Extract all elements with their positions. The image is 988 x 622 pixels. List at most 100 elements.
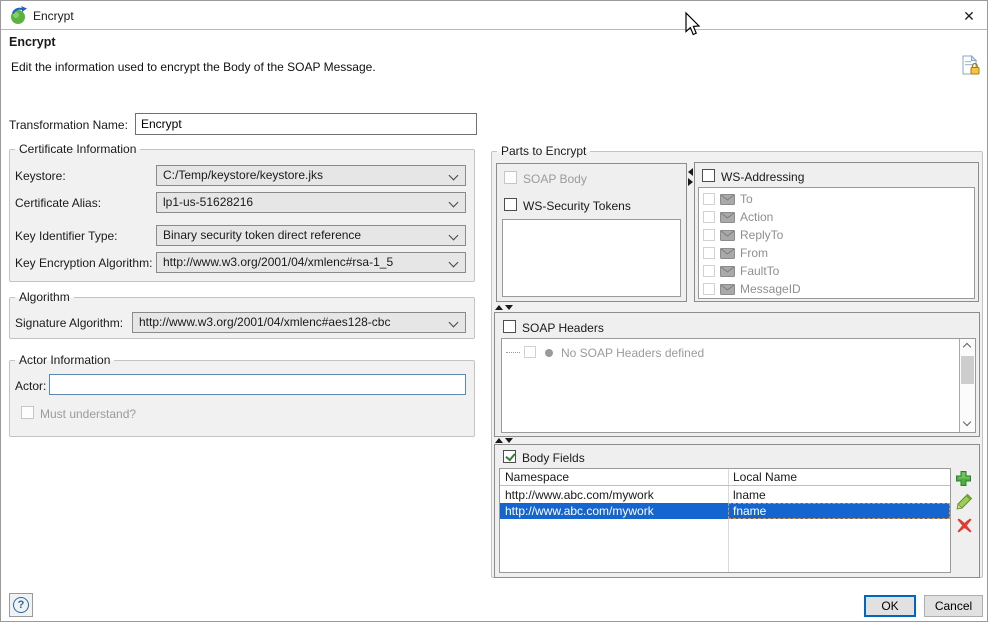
action-label: Action <box>740 210 773 224</box>
must-understand-checkbox[interactable] <box>21 406 34 419</box>
replyto-label: ReplyTo <box>740 228 783 242</box>
key-identifier-type-value: Binary security token direct reference <box>163 228 361 242</box>
local-name-cell: fname <box>728 503 950 519</box>
soap-headers-label: SOAP Headers <box>522 321 604 335</box>
close-icon[interactable]: ✕ <box>957 5 981 27</box>
parts-to-encrypt-title: Parts to Encrypt <box>497 144 590 158</box>
splitter-collapse-down-icon[interactable] <box>505 438 513 443</box>
scrollbar-thumb[interactable] <box>961 356 974 384</box>
ok-button[interactable]: OK <box>864 595 916 617</box>
local-name-column-header[interactable]: Local Name <box>728 469 950 485</box>
key-encryption-algorithm-label: Key Encryption Algorithm: <box>15 256 152 270</box>
soap-headers-checkbox[interactable] <box>503 320 516 333</box>
cancel-button[interactable]: Cancel <box>924 595 983 617</box>
splitter-collapse-up-icon[interactable] <box>495 305 503 310</box>
scroll-up-icon[interactable] <box>960 339 975 354</box>
help-icon: ? <box>13 597 29 613</box>
envelope-icon <box>720 248 735 259</box>
messageid-label: MessageID <box>740 282 801 296</box>
faultto-label: FaultTo <box>740 264 779 278</box>
envelope-icon <box>720 230 735 241</box>
actor-label: Actor: <box>15 379 46 393</box>
from-label: From <box>740 246 768 260</box>
help-button[interactable]: ? <box>9 593 33 617</box>
soap-body-label: SOAP Body <box>523 172 587 186</box>
namespace-column-header[interactable]: Namespace <box>500 469 728 485</box>
key-encryption-algorithm-value: http://www.w3.org/2001/04/xmlenc#rsa-1_5 <box>163 255 393 269</box>
ws-addressing-item-from[interactable]: From <box>703 244 768 262</box>
app-icon <box>9 6 28 28</box>
delete-row-icon[interactable] <box>957 518 972 536</box>
transformation-name-label: Transformation Name: <box>9 118 128 132</box>
ws-security-tokens-checkbox[interactable] <box>504 198 517 211</box>
body-fields-table: Namespace Local Name http://www.abc.com/… <box>499 468 951 573</box>
mouse-cursor <box>682 11 702 42</box>
table-header-row: Namespace Local Name <box>500 469 950 486</box>
add-row-icon[interactable] <box>955 470 972 490</box>
body-fields-checkbox[interactable] <box>503 450 516 463</box>
envelope-icon <box>720 284 735 295</box>
envelope-icon <box>720 194 735 205</box>
splitter-collapse-right-icon[interactable] <box>688 178 693 186</box>
to-label: To <box>740 192 753 206</box>
certificate-alias-label: Certificate Alias: <box>15 196 101 210</box>
actor-information-title: Actor Information <box>15 353 114 367</box>
messageid-checkbox[interactable] <box>703 283 715 295</box>
window-title: Encrypt <box>33 9 74 23</box>
envelope-icon <box>720 266 735 277</box>
ws-addressing-item-action[interactable]: Action <box>703 208 773 226</box>
tree-branch-line <box>506 352 520 353</box>
encrypt-dialog: Encrypt ✕ Encrypt Edit the information u… <box>0 0 988 622</box>
namespace-cell: http://www.abc.com/mywork <box>500 503 728 519</box>
certificate-alias-value: lp1-us-51628216 <box>163 195 253 209</box>
ws-addressing-label: WS-Addressing <box>721 170 804 184</box>
transformation-name-input[interactable] <box>135 113 477 135</box>
encrypt-document-icon <box>962 55 980 79</box>
from-checkbox[interactable] <box>703 247 715 259</box>
soap-body-checkbox[interactable] <box>504 171 517 184</box>
body-fields-label: Body Fields <box>522 451 585 465</box>
signature-algorithm-label: Signature Algorithm: <box>15 316 123 330</box>
replyto-checkbox[interactable] <box>703 229 715 241</box>
scroll-down-icon[interactable] <box>960 417 975 432</box>
local-name-cell: lname <box>728 487 950 503</box>
to-checkbox[interactable] <box>703 193 715 205</box>
key-identifier-type-select[interactable]: Binary security token direct reference <box>156 225 466 246</box>
namespace-cell: http://www.abc.com/mywork <box>500 487 728 503</box>
no-soap-headers-label: No SOAP Headers defined <box>561 346 704 360</box>
ws-security-tokens-list[interactable] <box>502 219 681 297</box>
splitter-collapse-left-icon[interactable] <box>688 168 693 176</box>
actor-information-group <box>9 360 475 437</box>
ws-addressing-item-replyto[interactable]: ReplyTo <box>703 226 783 244</box>
certificate-information-title: Certificate Information <box>15 142 140 156</box>
action-checkbox[interactable] <box>703 211 715 223</box>
ws-security-tokens-label: WS-Security Tokens <box>523 199 631 213</box>
certificate-alias-select[interactable]: lp1-us-51628216 <box>156 192 466 213</box>
keystore-value: C:/Temp/keystore/keystore.jks <box>163 168 323 182</box>
ws-addressing-item-messageid[interactable]: MessageID <box>703 280 801 298</box>
splitter-collapse-down-icon[interactable] <box>505 305 513 310</box>
splitter-collapse-up-icon[interactable] <box>495 438 503 443</box>
actor-input[interactable] <box>49 374 466 395</box>
title-bar: Encrypt ✕ <box>1 1 988 30</box>
keystore-select[interactable]: C:/Temp/keystore/keystore.jks <box>156 165 466 186</box>
ws-addressing-item-faultto[interactable]: FaultTo <box>703 262 779 280</box>
no-soap-headers-checkbox[interactable] <box>524 346 536 358</box>
edit-row-icon[interactable] <box>956 493 973 513</box>
tree-node-bullet-icon <box>545 349 553 357</box>
key-identifier-type-label: Key Identifier Type: <box>15 229 118 243</box>
soap-headers-scrollbar[interactable] <box>959 339 975 432</box>
key-encryption-algorithm-select[interactable]: http://www.w3.org/2001/04/xmlenc#rsa-1_5 <box>156 252 466 273</box>
signature-algorithm-value: http://www.w3.org/2001/04/xmlenc#aes128-… <box>139 315 390 329</box>
table-row[interactable]: http://www.abc.com/mywork lname <box>500 487 950 503</box>
must-understand-label: Must understand? <box>40 407 136 421</box>
signature-algorithm-select[interactable]: http://www.w3.org/2001/04/xmlenc#aes128-… <box>132 312 466 333</box>
keystore-label: Keystore: <box>15 169 66 183</box>
algorithm-title: Algorithm <box>15 290 74 304</box>
ws-addressing-item-to[interactable]: To <box>703 190 753 208</box>
envelope-icon <box>720 212 735 223</box>
table-row-selected[interactable]: http://www.abc.com/mywork fname <box>500 503 950 519</box>
ws-addressing-checkbox[interactable] <box>702 169 715 182</box>
page-description: Edit the information used to encrypt the… <box>11 60 376 74</box>
faultto-checkbox[interactable] <box>703 265 715 277</box>
